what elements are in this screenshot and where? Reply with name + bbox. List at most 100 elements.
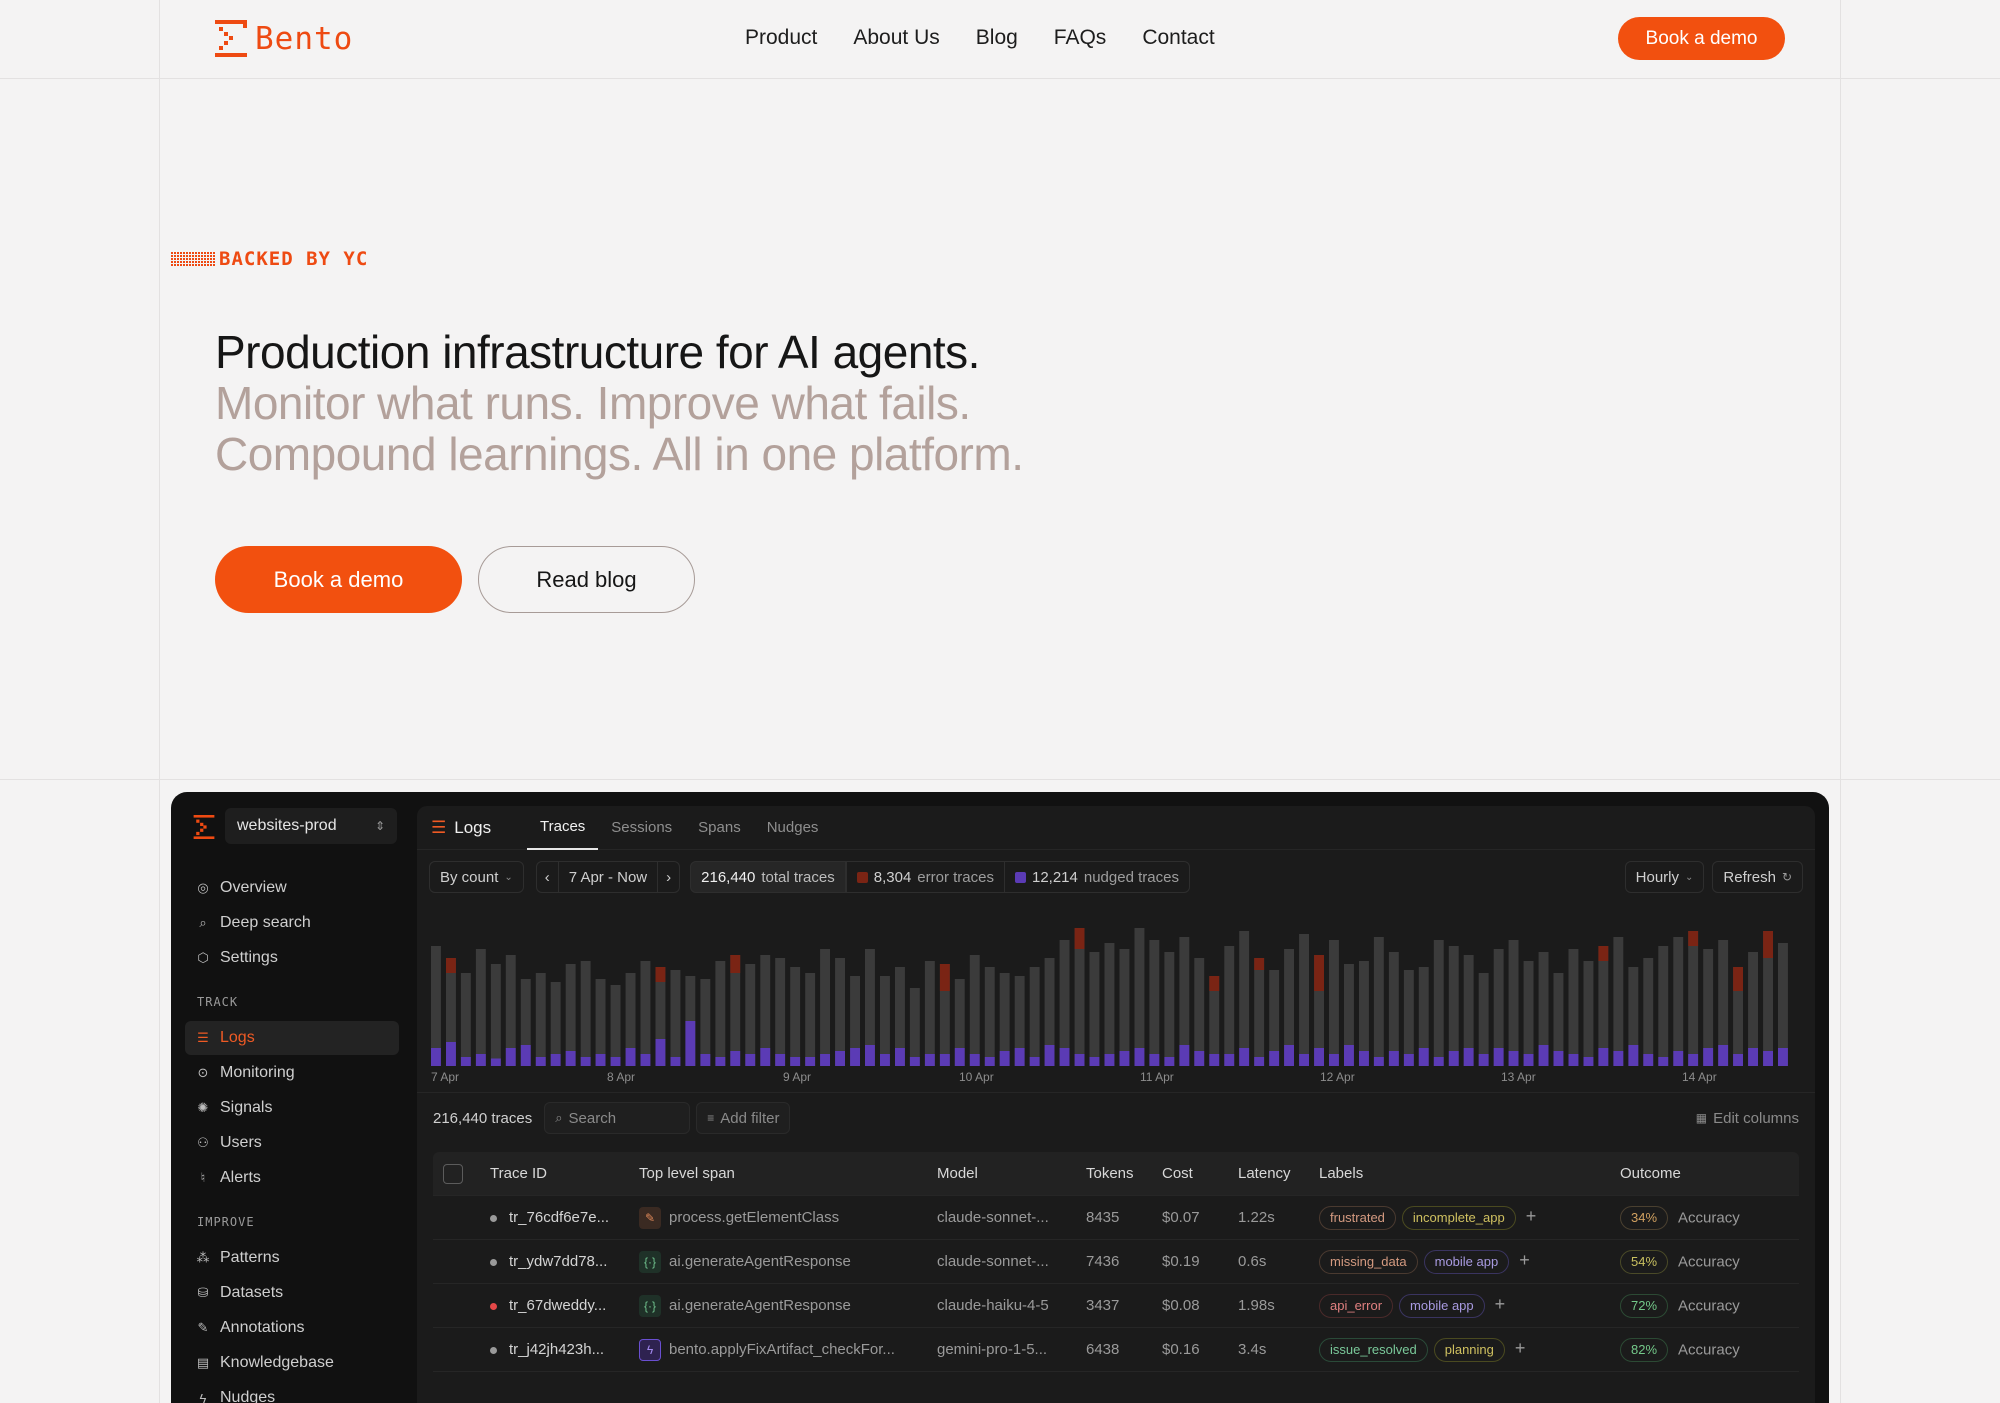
nav-faqs[interactable]: FAQs xyxy=(1054,26,1107,50)
col-outcome[interactable]: Outcome xyxy=(1620,1165,1681,1182)
col-top-level-span[interactable]: Top level span xyxy=(639,1165,735,1182)
search-input[interactable]: ⌕ Search xyxy=(544,1102,691,1134)
pattern-dot xyxy=(201,258,203,260)
sidebar-label: Knowledgebase xyxy=(220,1354,334,1371)
pattern-dot xyxy=(210,252,212,254)
sidebar-item-users[interactable]: ⚇ Users xyxy=(185,1126,399,1160)
table-row[interactable]: tr_ydw7dd78... {·} ai.generateAgentRespon… xyxy=(433,1240,1799,1284)
next-range-button[interactable]: › xyxy=(657,861,681,893)
brand-logo[interactable]: Bento xyxy=(215,20,353,57)
outcome-label: Accuracy xyxy=(1678,1341,1740,1358)
bar-nudged xyxy=(805,1057,816,1066)
latency: 1.98s xyxy=(1238,1297,1275,1314)
nav-blog[interactable]: Blog xyxy=(976,26,1018,50)
tab-nudges[interactable]: Nudges xyxy=(754,806,832,850)
trace-id-cell: tr_ydw7dd78... xyxy=(490,1253,607,1270)
wrench-icon: ✎ xyxy=(639,1206,661,1229)
label-pill[interactable]: mobile app xyxy=(1399,1293,1485,1318)
bar-total xyxy=(475,949,486,1066)
refresh-button[interactable]: Refresh ↻ xyxy=(1712,861,1803,893)
col-labels[interactable]: Labels xyxy=(1319,1165,1363,1182)
tab-spans[interactable]: Spans xyxy=(685,806,754,850)
book-demo-button[interactable]: Book a demo xyxy=(215,546,462,613)
table-row[interactable]: tr_76cdf6e7e... ✎ process.getElementClass… xyxy=(433,1196,1799,1240)
monitor-icon: ⊙ xyxy=(197,1065,209,1080)
tab-sessions[interactable]: Sessions xyxy=(598,806,685,850)
group-by-select[interactable]: By count ⌄ xyxy=(429,861,524,893)
sidebar-item-nudges[interactable]: ϟ Nudges xyxy=(185,1381,399,1403)
sidebar-item-datasets[interactable]: ⛁ Datasets xyxy=(185,1276,399,1310)
sidebar-item-alerts[interactable]: ♮ Alerts xyxy=(185,1161,399,1195)
col-latency[interactable]: Latency xyxy=(1238,1165,1291,1182)
sidebar-item-logs[interactable]: ☰ Logs xyxy=(185,1021,399,1055)
col-tokens[interactable]: Tokens xyxy=(1086,1165,1134,1182)
col-trace-id[interactable]: Trace ID xyxy=(490,1165,547,1182)
bar-nudged xyxy=(1418,1048,1429,1066)
label-pill[interactable]: issue_resolved xyxy=(1319,1337,1428,1362)
pattern-dot xyxy=(192,252,194,254)
x-tick-label: 7 Apr xyxy=(431,1070,460,1084)
sidebar-item-annotations[interactable]: ✎ Annotations xyxy=(185,1311,399,1345)
add-filter-label: Add filter xyxy=(720,1109,780,1127)
group-by-value: By count xyxy=(440,868,499,886)
pattern-dot xyxy=(192,261,194,263)
sidebar-item-overview[interactable]: ◎ Overview xyxy=(185,871,399,905)
bar-nudged xyxy=(1119,1051,1130,1066)
workspace-select[interactable]: websites-prod ⇕ xyxy=(225,808,397,844)
bar-nudged xyxy=(1568,1054,1579,1066)
nav-about-us[interactable]: About Us xyxy=(853,26,939,50)
label-pill[interactable]: incomplete_app xyxy=(1401,1205,1516,1230)
total-traces-chip[interactable]: 216,440 total traces xyxy=(690,861,846,893)
table-row[interactable]: tr_67dweddy... {·} ai.generateAgentRespon… xyxy=(433,1284,1799,1328)
bar-total xyxy=(490,964,501,1066)
tab-traces[interactable]: Traces xyxy=(527,806,599,850)
label-pill[interactable]: api_error xyxy=(1319,1293,1394,1318)
pattern-dot xyxy=(183,255,185,257)
label-pill[interactable]: frustrated xyxy=(1319,1205,1396,1230)
annotation-icon: ✎ xyxy=(197,1320,209,1335)
date-range[interactable]: 7 Apr - Now xyxy=(558,861,658,893)
col-model[interactable]: Model xyxy=(937,1165,978,1182)
bar-nudged xyxy=(1179,1045,1190,1066)
error-traces-chip[interactable]: 8,304 error traces xyxy=(845,861,1005,893)
sidebar-item-signals[interactable]: ✺ Signals xyxy=(185,1091,399,1125)
sidebar-item-knowledgebase[interactable]: ▤ Knowledgebase xyxy=(185,1346,399,1380)
sidebar-item-patterns[interactable]: ⁂ Patterns xyxy=(185,1241,399,1275)
label-pill[interactable]: mobile app xyxy=(1423,1249,1510,1274)
select-all-checkbox[interactable] xyxy=(443,1163,463,1184)
col-cost[interactable]: Cost xyxy=(1162,1165,1193,1182)
add-label-icon[interactable]: + xyxy=(1519,1250,1530,1270)
pattern-dot xyxy=(186,258,188,260)
sidebar-item-monitoring[interactable]: ⊙ Monitoring xyxy=(185,1056,399,1090)
error-traces-label: error traces xyxy=(917,868,994,886)
add-label-icon[interactable]: + xyxy=(1515,1338,1526,1358)
table-row[interactable]: tr_j42jh423h... ϟ bento.applyFixArtifact_… xyxy=(433,1328,1799,1372)
prev-range-button[interactable]: ‹ xyxy=(535,861,559,893)
nav-contact[interactable]: Contact xyxy=(1142,26,1214,50)
bar-error xyxy=(1254,958,1265,970)
sidebar-item-deep-search[interactable]: ⌕ Deep search xyxy=(185,906,399,940)
nav-product[interactable]: Product xyxy=(745,26,817,50)
x-tick-label: 8 Apr xyxy=(607,1070,636,1084)
label-pill[interactable]: planning xyxy=(1433,1337,1505,1362)
read-blog-button[interactable]: Read blog xyxy=(478,546,695,613)
sidebar-item-settings[interactable]: ⬡ Settings xyxy=(185,941,399,975)
add-label-icon[interactable]: + xyxy=(1526,1206,1537,1226)
nudged-traces-chip[interactable]: 12,214 nudged traces xyxy=(1004,861,1190,893)
chart-controls: By count ⌄ ‹ 7 Apr - Now › 216,440 total… xyxy=(429,861,1190,893)
latency: 0.6s xyxy=(1238,1253,1267,1270)
bar-total xyxy=(1359,961,1369,1066)
main-panel: ☰ Logs Traces Sessions Spans Nudges By c… xyxy=(417,806,1815,1403)
header-book-demo-button[interactable]: Book a demo xyxy=(1618,17,1785,60)
sidebar-label: Users xyxy=(220,1134,262,1151)
label-pill[interactable]: missing_data xyxy=(1319,1249,1418,1274)
bar-total xyxy=(640,961,651,1066)
bar-nudged xyxy=(1164,1057,1175,1066)
add-label-icon[interactable]: + xyxy=(1495,1294,1506,1314)
add-filter-button[interactable]: ≡ Add filter xyxy=(696,1102,791,1134)
grid-line-left xyxy=(159,0,160,1403)
edit-columns-button[interactable]: ▦ Edit columns xyxy=(1696,1110,1799,1127)
bar-nudged xyxy=(1583,1057,1594,1066)
chevron-down-icon: ⌄ xyxy=(504,871,513,883)
interval-select[interactable]: Hourly ⌄ xyxy=(1624,861,1705,893)
